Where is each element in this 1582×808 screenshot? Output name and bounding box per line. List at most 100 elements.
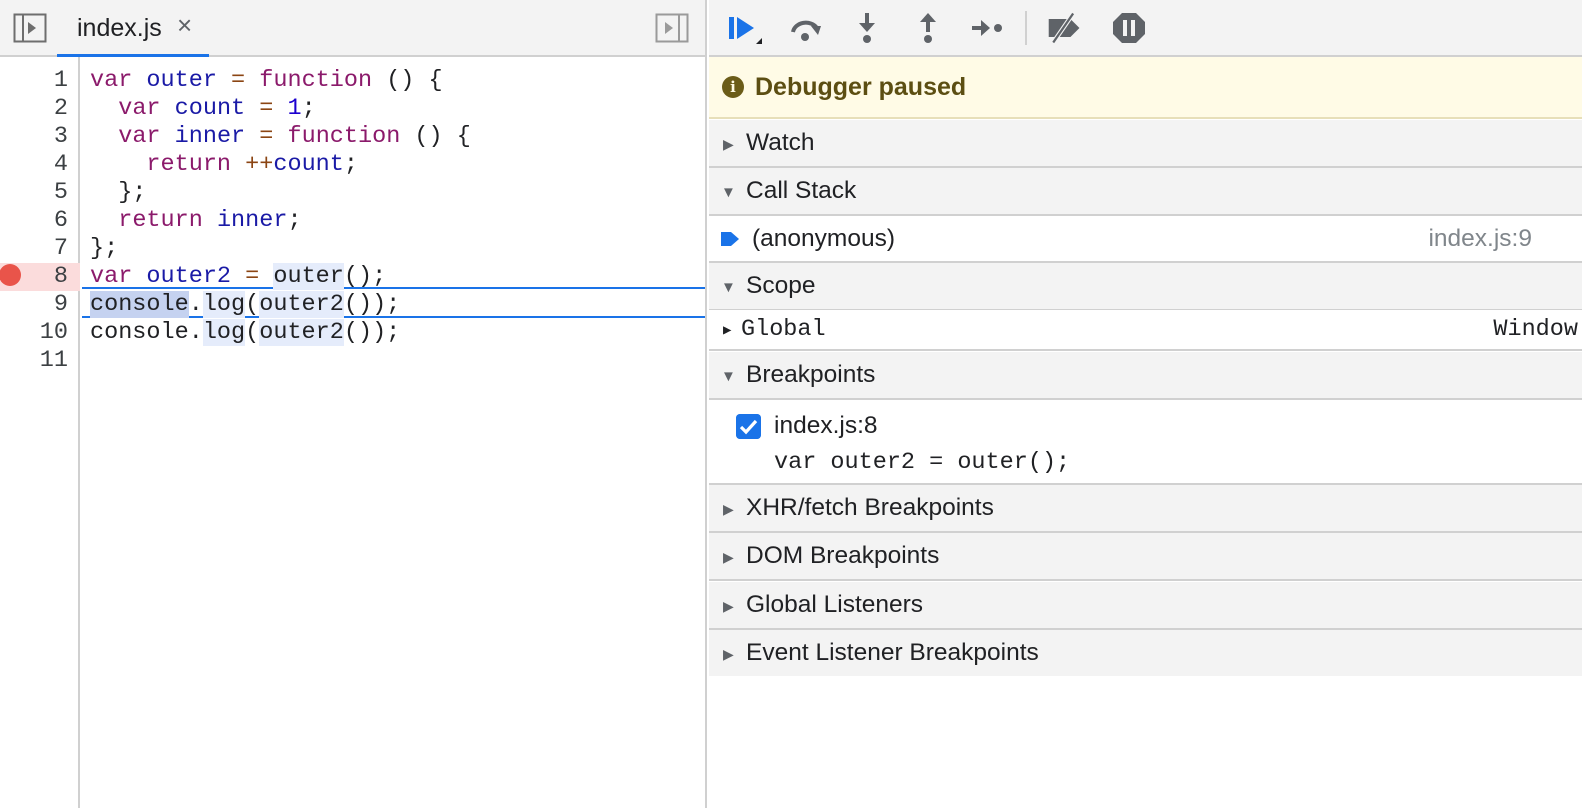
code-line: console.log(outer2()); — [90, 319, 400, 347]
code-line-breakpoint: var outer2 = outer(); — [90, 263, 386, 291]
operator: = — [259, 123, 274, 150]
line-number-breakpoint[interactable]: 8 — [54, 263, 68, 291]
punctuation: ()); — [343, 291, 401, 318]
debugger-sidebar: i Debugger paused ▶ Watch ▼ Call Stack (… — [709, 0, 1582, 808]
step-over-icon[interactable] — [787, 10, 825, 46]
line-number[interactable]: 5 — [8, 179, 68, 207]
breakpoint-location[interactable]: index.js:8 — [774, 412, 878, 440]
punctuation: () { — [372, 67, 443, 94]
punctuation: ; — [343, 151, 358, 178]
show-navigator-icon[interactable] — [13, 13, 47, 43]
toolbar-separator — [1025, 11, 1027, 45]
operator: = — [259, 95, 274, 122]
line-number-gutter[interactable]: 1 2 3 4 5 6 7 8 9 10 11 — [0, 57, 80, 808]
editor-pane: index.js × 1 2 3 4 5 6 7 8 9 10 11 var o… — [0, 0, 707, 808]
close-icon[interactable]: × — [177, 12, 192, 38]
step-into-icon[interactable] — [848, 10, 886, 46]
code-line: }; — [90, 235, 119, 262]
section-global-listeners[interactable]: ▶ Global Listeners — [709, 582, 1582, 630]
keyword: var — [118, 95, 161, 122]
selected-expression[interactable]: console — [90, 291, 189, 318]
collapse-triangle-icon: ▼ — [721, 279, 736, 296]
breakpoint-checkbox[interactable] — [736, 414, 761, 439]
deactivate-breakpoints-icon[interactable] — [1046, 10, 1084, 46]
debugger-toolbar — [709, 0, 1582, 57]
tab-label: index.js — [77, 14, 162, 42]
code-line: var inner = function () { — [90, 123, 471, 151]
call-frame[interactable]: (anonymous) index.js:9 — [709, 216, 1582, 263]
expand-triangle-icon: ▶ — [723, 646, 734, 662]
line-number[interactable]: 3 — [8, 123, 68, 151]
evaluable-expression[interactable]: log — [202, 319, 246, 346]
expand-triangle-icon: ▶ — [723, 136, 734, 152]
section-xhr-breakpoints[interactable]: ▶ XHR/fetch Breakpoints — [709, 485, 1582, 533]
step-icon[interactable] — [969, 10, 1007, 46]
section-watch[interactable]: ▶ Watch — [709, 120, 1582, 168]
line-number[interactable]: 2 — [8, 95, 68, 123]
call-frame-location[interactable]: index.js:9 — [1428, 225, 1532, 253]
operator: = — [231, 67, 246, 94]
punctuation: . — [188, 319, 203, 346]
current-frame-arrow-icon — [721, 232, 739, 246]
show-debugger-icon[interactable] — [655, 13, 689, 43]
line-number[interactable]: 6 — [8, 207, 68, 235]
scope-item-global[interactable]: ▶ Global Window — [709, 310, 1582, 351]
section-title: Watch — [746, 129, 815, 156]
resume-icon[interactable] — [726, 10, 764, 46]
code-line-current: console.log(outer2()); — [90, 291, 400, 319]
line-number[interactable]: 7 — [8, 235, 68, 263]
info-icon: i — [722, 76, 744, 98]
evaluable-expression[interactable]: outer2 — [259, 291, 344, 318]
breakpoint-icon[interactable] — [0, 264, 21, 286]
debugger-paused-banner: i Debugger paused — [709, 57, 1582, 119]
section-event-listener-breakpoints[interactable]: ▶ Event Listener Breakpoints — [709, 630, 1582, 676]
call-frame-function: (anonymous) — [752, 225, 895, 252]
evaluable-expression[interactable]: outer — [273, 263, 344, 290]
identifier: outer2 — [146, 263, 232, 290]
identifier: outer — [146, 67, 217, 94]
section-scope[interactable]: ▼ Scope — [709, 263, 1582, 311]
tab-index-js[interactable]: index.js × — [57, 0, 209, 57]
section-breakpoints[interactable]: ▼ Breakpoints — [709, 352, 1582, 400]
section-title: Breakpoints — [746, 361, 876, 388]
section-title: Event Listener Breakpoints — [746, 639, 1039, 666]
keyword: return — [118, 207, 203, 234]
section-title: DOM Breakpoints — [746, 542, 940, 569]
line-number[interactable]: 4 — [8, 151, 68, 179]
section-dom-breakpoints[interactable]: ▶ DOM Breakpoints — [709, 533, 1582, 581]
breakpoint-source[interactable]: var outer2 = outer(); — [774, 449, 1070, 476]
line-number[interactable]: 11 — [8, 347, 68, 375]
number-literal: 1 — [287, 95, 302, 122]
evaluable-expression[interactable]: outer2 — [259, 319, 344, 346]
section-title: XHR/fetch Breakpoints — [746, 494, 994, 521]
evaluable-expression[interactable]: log — [202, 291, 246, 318]
pause-on-exceptions-icon[interactable] — [1110, 10, 1148, 46]
code-editor[interactable]: var outer = function () { var count = 1;… — [82, 57, 705, 808]
line-number[interactable]: 1 — [8, 67, 68, 95]
expand-triangle-icon: ▶ — [723, 323, 732, 339]
section-call-stack[interactable]: ▼ Call Stack — [709, 168, 1582, 216]
section-title: Scope — [746, 272, 816, 299]
devtools-sources-panel: index.js × 1 2 3 4 5 6 7 8 9 10 11 var o… — [0, 0, 1582, 808]
identifier: count — [273, 151, 344, 178]
punctuation: () { — [400, 123, 471, 150]
line-number[interactable]: 9 — [8, 291, 68, 319]
step-out-icon[interactable] — [909, 10, 947, 46]
breakpoint-item[interactable]: index.js:8 var outer2 = outer(); — [709, 401, 1582, 485]
identifier: inner — [174, 123, 246, 150]
code-line: }; — [90, 179, 147, 206]
keyword: function — [259, 67, 373, 94]
identifier: console — [90, 319, 189, 346]
punctuation: ( — [245, 319, 260, 346]
code-line: return ++count; — [90, 151, 358, 179]
line-number[interactable]: 10 — [8, 319, 68, 347]
code-line: var count = 1; — [90, 95, 315, 123]
